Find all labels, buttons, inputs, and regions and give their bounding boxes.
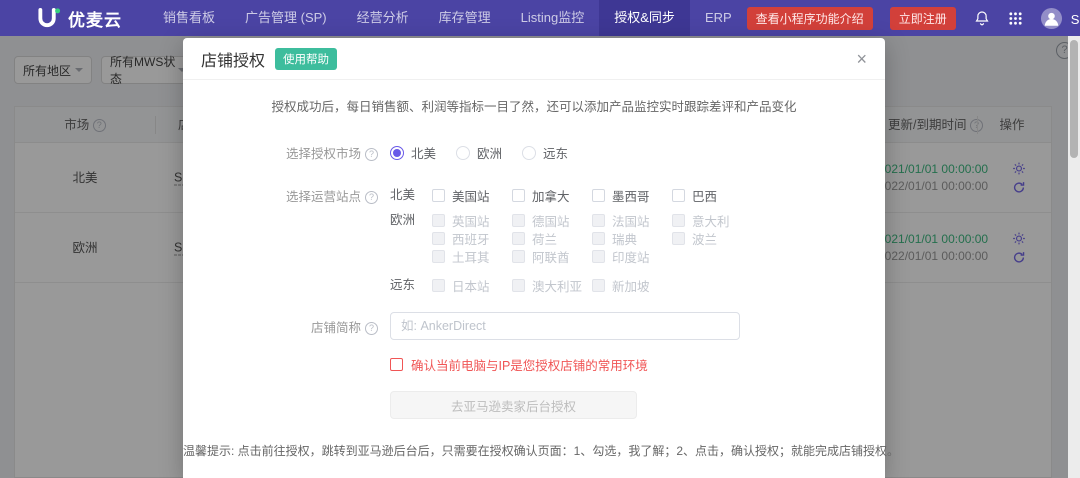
site-option: 德国站 (512, 211, 592, 230)
checkbox-icon (390, 358, 403, 371)
checkbox-icon (592, 250, 605, 263)
nav-item-listing-monitor[interactable]: Listing监控 (506, 0, 600, 36)
site-option[interactable]: 美国站 (432, 186, 512, 205)
store-name-label: 店铺简称 (183, 317, 378, 336)
question-circle-icon[interactable] (365, 191, 378, 204)
app-logo-text: 优麦云 (68, 6, 122, 31)
checkbox-icon (432, 189, 445, 202)
intro-text: 授权成功后，每日销售额、利润等指标一目了然，还可以添加产品监控实时跟踪差评和产品… (183, 96, 885, 115)
store-auth-modal: 店铺授权 使用帮助 授权成功后，每日销售额、利润等指标一目了然，还可以添加产品监… (183, 38, 885, 478)
modal-body: 授权成功后，每日销售额、利润等指标一目了然，还可以添加产品监控实时跟踪差评和产品… (183, 80, 885, 459)
site-option: 英国站 (432, 211, 512, 230)
checkbox-icon (512, 250, 525, 263)
site-option: 新加坡 (592, 276, 672, 295)
checkbox-icon (512, 279, 525, 292)
checkbox-icon (512, 232, 525, 245)
site-groups: 北美 美国站 加拿大 墨西哥 巴西 欧洲 (390, 186, 752, 294)
checkbox-icon (432, 214, 445, 227)
nav-item-erp[interactable]: ERP (690, 0, 747, 36)
site-option: 瑞典 (592, 229, 672, 248)
radio-icon (456, 146, 470, 160)
app-logo[interactable]: 优麦云 (36, 6, 122, 31)
checkbox-icon (592, 232, 605, 245)
site-group-north-america: 北美 美国站 加拿大 墨西哥 巴西 (390, 186, 752, 204)
nav-item-sales-dashboard[interactable]: 销售看板 (148, 0, 230, 36)
main-nav: 销售看板 广告管理 (SP) 经营分析 库存管理 Listing监控 授权&同步… (148, 0, 747, 36)
site-option: 意大利 (672, 211, 752, 230)
register-button[interactable]: 立即注册 (890, 7, 956, 30)
checkbox-icon (592, 189, 605, 202)
checkbox-icon (672, 214, 685, 227)
checkbox-icon (592, 214, 605, 227)
site-option: 波兰 (672, 229, 752, 248)
radio-europe[interactable]: 欧洲 (456, 143, 502, 162)
sites-row: 选择运营站点 北美 美国站 加拿大 墨西哥 巴西 (183, 186, 885, 294)
modal-header: 店铺授权 使用帮助 (183, 38, 885, 80)
checkbox-icon (672, 232, 685, 245)
site-option[interactable]: 加拿大 (512, 186, 592, 205)
store-name-input[interactable] (390, 312, 740, 340)
page-scrollbar (1068, 36, 1080, 478)
radio-north-america[interactable]: 北美 (390, 143, 436, 162)
site-option: 印度站 (592, 247, 672, 266)
go-authorize-button[interactable]: 去亚马逊卖家后台授权 (390, 391, 637, 419)
scrollbar-thumb[interactable] (1070, 40, 1078, 158)
help-badge[interactable]: 使用帮助 (275, 48, 337, 70)
site-option: 日本站 (432, 276, 512, 295)
checkbox-icon (672, 189, 685, 202)
checkbox-icon (432, 250, 445, 263)
username: S2游客 (1071, 9, 1080, 28)
nav-item-business-analysis[interactable]: 经营分析 (342, 0, 424, 36)
question-circle-icon[interactable] (365, 148, 378, 161)
site-option: 西班牙 (432, 229, 512, 248)
sites-label: 选择运营站点 (183, 186, 378, 205)
question-circle-icon[interactable] (365, 322, 378, 335)
site-option: 法国站 (592, 211, 672, 230)
site-option: 阿联酋 (512, 247, 592, 266)
site-option[interactable]: 墨西哥 (592, 186, 672, 205)
checkbox-icon (592, 279, 605, 292)
bell-icon[interactable] (973, 9, 991, 27)
tip-text: 温馨提示: 点击前往授权，跳转到亚马逊后台后，只需要在授权确认页面：1、勾选，我… (183, 442, 885, 459)
nav-item-inventory[interactable]: 库存管理 (424, 0, 506, 36)
apps-grid-icon[interactable] (1008, 11, 1023, 26)
site-option[interactable]: 巴西 (672, 186, 752, 205)
checkbox-icon (512, 214, 525, 227)
app-window: 所有地区 所有MWS状态 市场 店 更新/到期时间 操作 (0, 0, 1080, 478)
confirm-environment-checkbox[interactable]: 确认当前电脑与IP是您授权店铺的常用环境 (390, 355, 885, 374)
radio-far-east[interactable]: 远东 (522, 143, 568, 162)
checkbox-icon (432, 232, 445, 245)
nav-item-ad-management[interactable]: 广告管理 (SP) (230, 0, 342, 36)
nav-item-auth-sync[interactable]: 授权&同步 (599, 0, 690, 36)
user-avatar (1040, 7, 1063, 30)
checkbox-icon (432, 279, 445, 292)
top-navbar: 优麦云 销售看板 广告管理 (SP) 经营分析 库存管理 Listing监控 授… (0, 0, 1080, 36)
miniprogram-intro-button[interactable]: 查看小程序功能介绍 (747, 7, 873, 30)
site-option: 澳大利亚 (512, 276, 592, 295)
site-option: 荷兰 (512, 229, 592, 248)
site-option: 土耳其 (432, 247, 512, 266)
modal-title: 店铺授权 (201, 47, 265, 71)
store-name-row: 店铺简称 (183, 312, 885, 340)
logo-u-icon (36, 7, 61, 30)
confirm-environment-text: 确认当前电脑与IP是您授权店铺的常用环境 (411, 355, 648, 374)
market-row: 选择授权市场 北美 欧洲 远东 (183, 143, 885, 162)
market-label: 选择授权市场 (183, 143, 378, 162)
navbar-right: 查看小程序功能介绍 立即注册 S2游客 (747, 7, 1080, 30)
close-icon[interactable] (856, 50, 867, 68)
checkbox-icon (512, 189, 525, 202)
market-radio-group: 北美 欧洲 远东 (390, 143, 568, 162)
radio-selected-icon (390, 146, 404, 160)
site-group-far-east: 远东 日本站 澳大利亚 新加坡 (390, 276, 752, 294)
user-menu[interactable]: S2游客 (1040, 7, 1080, 30)
site-group-europe: 欧洲 英国站 德国站 法国站 意大利 西班牙 荷兰 瑞典 (390, 211, 752, 265)
radio-icon (522, 146, 536, 160)
